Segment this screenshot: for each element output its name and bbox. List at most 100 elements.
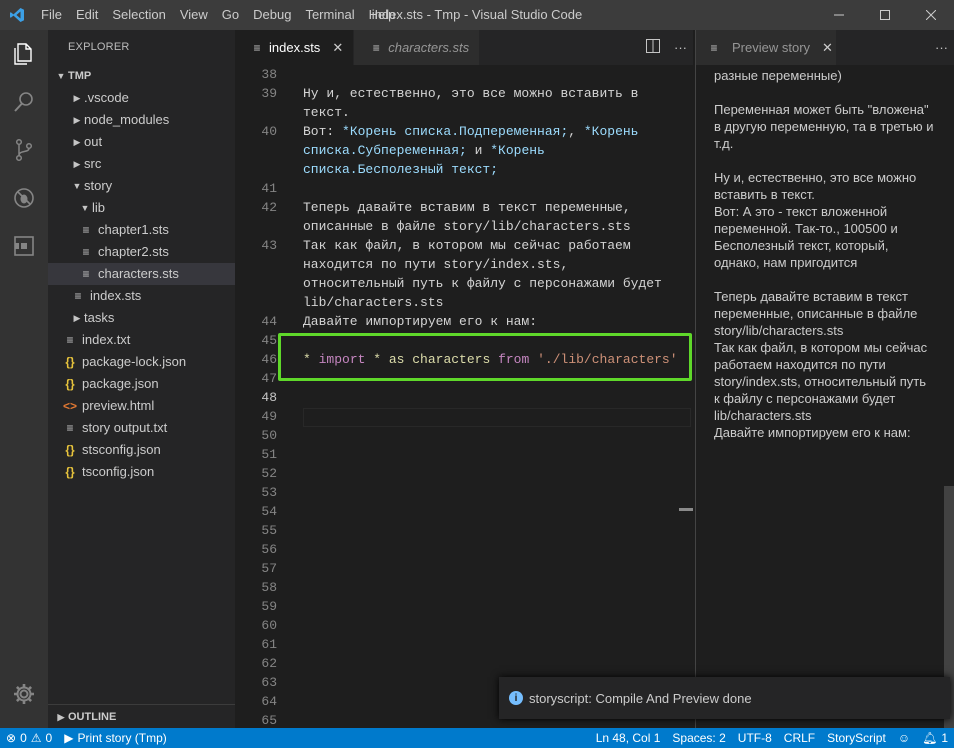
menu-view[interactable]: View xyxy=(173,0,215,30)
tree-item[interactable]: ▶ src xyxy=(48,153,235,175)
tree-item[interactable]: ▶ tasks xyxy=(48,307,235,329)
feedback-smiley-icon[interactable]: ☺ xyxy=(892,728,916,748)
minimize-button[interactable] xyxy=(816,0,862,30)
tab-index-sts[interactable]: ≡ index.sts ✕ xyxy=(235,30,355,65)
menu-edit[interactable]: Edit xyxy=(69,0,105,30)
search-icon[interactable] xyxy=(0,78,48,126)
code-area[interactable]: 38 39 Ну и, естественно, это все можно вст… xyxy=(235,65,693,728)
tree-item-label: index.txt xyxy=(82,332,131,347)
code-token: *Корень xyxy=(583,124,639,139)
line-number: 41 xyxy=(261,181,277,196)
debug-icon[interactable] xyxy=(0,174,48,222)
line-ending[interactable]: CRLF xyxy=(778,728,821,748)
close-icon[interactable]: ✕ xyxy=(332,40,343,56)
tree-item-label: index.sts xyxy=(90,288,142,303)
close-window-button[interactable] xyxy=(908,0,954,30)
tree-item[interactable]: ▼ story xyxy=(48,175,235,197)
line-number xyxy=(235,141,277,160)
settings-gear-icon[interactable] xyxy=(0,670,48,718)
chevron-right-icon: ▶ xyxy=(73,159,81,169)
play-icon: ▶ xyxy=(64,731,74,745)
chevron-right-icon: ▶ xyxy=(57,711,65,722)
file-lines-icon: ≡ xyxy=(66,333,74,347)
tree-item[interactable]: ≡ chapter1.sts xyxy=(48,219,235,241)
tree-item[interactable]: ≡ chapter2.sts xyxy=(48,241,235,263)
outline-section[interactable]: ▶ OUTLINE xyxy=(48,704,235,728)
tree-item[interactable]: {} tsconfig.json xyxy=(48,461,235,483)
json-braces-icon: {} xyxy=(65,377,75,391)
run-task-button[interactable]: ▶ Print story (Tmp) xyxy=(58,728,173,748)
indentation[interactable]: Spaces: 2 xyxy=(666,728,731,748)
menu-go[interactable]: Go xyxy=(215,0,246,30)
line-number: 39 xyxy=(261,86,277,101)
code-line: * import * as characters from './lib/cha… xyxy=(303,350,678,369)
line-number: 45 xyxy=(261,333,277,348)
title-bar: File Edit Selection View Go Debug Termin… xyxy=(0,0,954,30)
preview-content: разные переменные) Переменная может быть … xyxy=(714,67,934,458)
file-tree: ▶ .vscode ▶ node_modules ▶ out ▶ src ▼ story ▼ lib ≡… xyxy=(48,87,235,483)
chevron-right-icon: ▶ xyxy=(73,137,81,147)
preview-paragraph: Ну и, естественно, это все можно вставит… xyxy=(714,170,917,270)
tree-item-label: tsconfig.json xyxy=(82,464,155,479)
menu-file[interactable]: File xyxy=(34,0,69,30)
activity-bar xyxy=(0,30,48,728)
close-icon[interactable]: ✕ xyxy=(822,40,833,56)
tree-item[interactable]: ▶ node_modules xyxy=(48,109,235,131)
tree-item[interactable]: ≡ characters.sts xyxy=(48,263,235,285)
more-actions-icon[interactable]: ··· xyxy=(935,30,948,65)
encoding[interactable]: UTF-8 xyxy=(732,728,778,748)
tree-item[interactable]: ≡ index.txt xyxy=(48,329,235,351)
tree-item[interactable]: ▼ lib xyxy=(48,197,235,219)
code-token: *Корень xyxy=(490,143,545,158)
error-count: 0 xyxy=(20,731,27,745)
tree-item-label: tasks xyxy=(84,310,115,325)
tree-item-label: story xyxy=(84,178,113,193)
explorer-icon[interactable] xyxy=(0,30,48,78)
tab-characters-sts[interactable]: ≡ characters.sts xyxy=(354,30,481,65)
tree-item[interactable]: ▶ .vscode xyxy=(48,87,235,109)
code-line: относительный путь к файлу с персонажами… xyxy=(303,276,662,291)
code-token: *Корень списка.Подпеременная; xyxy=(342,124,569,139)
split-editor-icon[interactable] xyxy=(646,39,660,56)
line-number xyxy=(235,274,277,293)
tree-item[interactable]: {} stsconfig.json xyxy=(48,439,235,461)
line-number: 46 xyxy=(261,352,277,367)
tab-label: index.sts xyxy=(269,40,321,55)
extensions-icon[interactable] xyxy=(0,222,48,270)
scrollbar-thumb[interactable] xyxy=(679,508,693,511)
info-icon: i xyxy=(509,691,523,705)
tree-item[interactable]: {} package-lock.json xyxy=(48,351,235,373)
notification-count: 1 xyxy=(941,731,948,745)
maximize-button[interactable] xyxy=(862,0,908,30)
error-icon: ⊗ xyxy=(6,731,17,745)
code-line: списка.Бесполезный текст; xyxy=(303,160,498,179)
file-lines-icon: ≡ xyxy=(253,40,261,55)
menu-debug[interactable]: Debug xyxy=(246,0,298,30)
source-control-icon[interactable] xyxy=(0,126,48,174)
tree-item[interactable]: ≡ index.sts xyxy=(48,285,235,307)
notifications-button[interactable]: 🔔︎ 1 xyxy=(916,728,954,748)
vscode-logo-icon xyxy=(0,0,34,30)
line-number: 54 xyxy=(261,504,277,519)
menu-selection[interactable]: Selection xyxy=(105,0,172,30)
line-number: 44 xyxy=(261,314,277,329)
tree-item[interactable]: <> preview.html xyxy=(48,395,235,417)
more-actions-icon[interactable]: ··· xyxy=(674,40,687,55)
menu-terminal[interactable]: Terminal xyxy=(298,0,361,30)
line-number: 40 xyxy=(261,124,277,139)
notification-toast[interactable]: i storyscript: Compile And Preview done xyxy=(499,677,950,719)
cursor-position[interactable]: Ln 48, Col 1 xyxy=(590,728,667,748)
workspace-root[interactable]: ▼ TMP xyxy=(48,65,235,87)
menu-help[interactable]: Help xyxy=(362,0,403,30)
tree-item[interactable]: {} package.json xyxy=(48,373,235,395)
line-number xyxy=(235,103,277,122)
tree-item-label: preview.html xyxy=(82,398,155,413)
preview-paragraph: Теперь давайте вставим в текст переменны… xyxy=(714,289,928,440)
tree-item[interactable]: ≡ story output.txt xyxy=(48,417,235,439)
language-mode[interactable]: StoryScript xyxy=(821,728,892,748)
problems-indicator[interactable]: ⊗ 0 ⚠ 0 xyxy=(0,728,58,748)
tree-item-label: lib xyxy=(92,200,106,215)
tree-item[interactable]: ▶ out xyxy=(48,131,235,153)
tab-preview-story[interactable]: ≡ Preview story ✕ xyxy=(696,30,836,65)
